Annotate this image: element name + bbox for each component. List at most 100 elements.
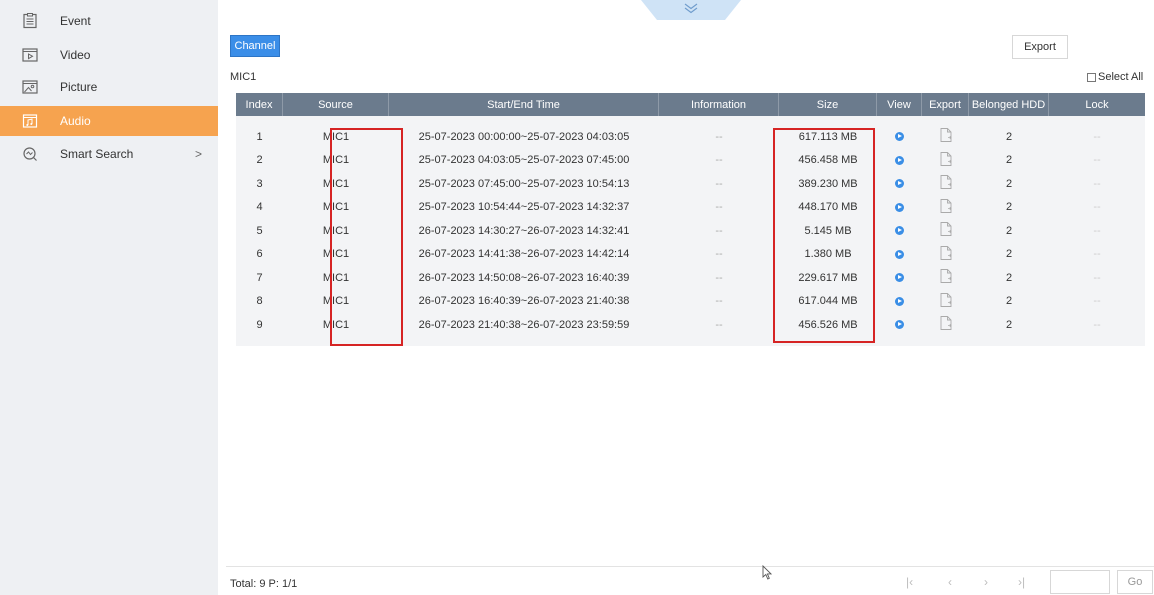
index-cell: 9 xyxy=(256,318,263,331)
select-all-checkbox[interactable]: Select All xyxy=(1087,71,1143,83)
export-cell xyxy=(922,243,969,267)
information-cell: -- xyxy=(715,224,723,237)
sidebar-item-label: Audio xyxy=(60,114,91,128)
lock-cell[interactable]: -- xyxy=(1049,313,1145,337)
export-file-icon[interactable] xyxy=(940,316,952,333)
lock-cell[interactable]: -- xyxy=(1049,290,1145,314)
time-cell: 25-07-2023 04:03:05~25-07-2023 07:45:00 xyxy=(418,154,630,167)
lock-cell[interactable]: -- xyxy=(1049,125,1145,149)
export-file-icon[interactable] xyxy=(940,128,952,145)
view-cell xyxy=(877,196,922,220)
size-highlight-box xyxy=(773,128,875,343)
time-cell: 26-07-2023 21:40:38~26-07-2023 23:59:59 xyxy=(418,318,630,331)
index-cell: 8 xyxy=(256,295,263,308)
information-cell: -- xyxy=(715,154,723,167)
hdd-cell: 2 xyxy=(1005,130,1013,143)
play-icon[interactable] xyxy=(895,273,904,283)
sidebar-item-video[interactable]: Video xyxy=(0,40,218,70)
column-header: Source xyxy=(283,93,389,116)
export-cell xyxy=(922,196,969,220)
time-cell: 26-07-2023 14:41:38~26-07-2023 14:42:14 xyxy=(418,248,630,261)
last-page-icon[interactable]: ›| xyxy=(1018,575,1025,589)
information-cell: -- xyxy=(715,201,723,214)
lock-cell[interactable]: -- xyxy=(1049,149,1145,173)
export-file-icon[interactable] xyxy=(940,245,952,263)
lock-cell[interactable]: -- xyxy=(1049,266,1145,290)
prev-page-icon[interactable]: ‹ xyxy=(948,575,952,589)
time-cell: 26-07-2023 16:40:39~26-07-2023 21:40:38 xyxy=(418,295,630,308)
time-cell: 25-07-2023 10:54:44~25-07-2023 14:32:37 xyxy=(418,201,630,214)
footer-divider xyxy=(226,566,1154,567)
first-page-icon[interactable]: |‹ xyxy=(906,575,913,589)
source-highlight-box xyxy=(330,128,403,346)
export-file-icon[interactable] xyxy=(940,292,952,310)
hdd-cell: 2 xyxy=(1005,271,1013,284)
hdd-cell: 2 xyxy=(1005,318,1013,331)
play-icon[interactable] xyxy=(895,132,904,142)
index-cell: 6 xyxy=(256,248,263,261)
checkbox-icon[interactable] xyxy=(1087,72,1096,82)
export-file-icon[interactable] xyxy=(940,175,952,192)
information-cell: -- xyxy=(715,318,723,331)
information-cell: -- xyxy=(715,271,723,284)
index-cell: 5 xyxy=(256,224,263,237)
time-cell: 25-07-2023 07:45:00~25-07-2023 10:54:13 xyxy=(418,177,630,190)
export-file-icon[interactable] xyxy=(940,151,952,169)
index-cell: 2 xyxy=(256,154,263,167)
lock-cell[interactable]: -- xyxy=(1049,243,1145,267)
go-button[interactable]: Go xyxy=(1117,570,1153,594)
export-file-icon[interactable] xyxy=(940,269,952,286)
export-file-icon[interactable] xyxy=(940,198,952,216)
column-header: Lock xyxy=(1085,98,1109,111)
play-icon[interactable] xyxy=(895,296,904,306)
column-header: Information xyxy=(659,93,779,116)
sidebar-item-smart-search[interactable]: Smart Search > xyxy=(0,139,218,169)
export-cell xyxy=(922,149,969,173)
play-icon[interactable] xyxy=(895,226,904,236)
export-cell xyxy=(922,219,969,243)
lock-cell[interactable]: -- xyxy=(1049,219,1145,243)
sidebar-item-label: Video xyxy=(60,48,91,62)
play-icon[interactable] xyxy=(895,179,904,189)
time-cell: 26-07-2023 14:30:27~26-07-2023 14:32:41 xyxy=(418,224,630,237)
mouse-cursor-icon xyxy=(762,564,773,583)
column-header: Belonged HDD xyxy=(969,93,1049,116)
export-file-icon[interactable] xyxy=(940,222,952,239)
event-icon xyxy=(22,13,38,29)
index-cell: 3 xyxy=(256,177,263,190)
export-button[interactable]: Export xyxy=(1012,35,1068,59)
index-cell: 1 xyxy=(256,130,263,143)
export-cell xyxy=(922,266,969,290)
play-icon[interactable] xyxy=(895,155,904,165)
column-header: Index xyxy=(236,93,283,116)
sidebar-item-label: Event xyxy=(60,14,91,28)
export-cell xyxy=(922,290,969,314)
column-header: View xyxy=(877,93,922,116)
hdd-cell: 2 xyxy=(1005,154,1013,167)
play-icon[interactable] xyxy=(895,249,904,259)
next-page-icon[interactable]: › xyxy=(984,575,988,589)
lock-cell[interactable]: -- xyxy=(1049,172,1145,196)
double-chevron-down-icon[interactable] xyxy=(641,0,741,20)
hdd-cell: 2 xyxy=(1005,224,1013,237)
channel-button[interactable]: Channel xyxy=(230,35,280,57)
time-cell: 25-07-2023 00:00:00~25-07-2023 04:03:05 xyxy=(418,130,630,143)
sidebar-item-label: Smart Search xyxy=(60,147,134,161)
play-icon[interactable] xyxy=(895,320,904,330)
smart-search-icon xyxy=(22,146,38,162)
time-cell: 26-07-2023 14:50:08~26-07-2023 16:40:39 xyxy=(418,271,630,284)
lock-cell[interactable]: -- xyxy=(1049,196,1145,220)
channel-name: MIC1 xyxy=(230,71,257,83)
view-cell xyxy=(877,243,922,267)
sidebar-item-event[interactable]: Event xyxy=(0,6,218,36)
export-cell xyxy=(922,313,969,337)
play-icon[interactable] xyxy=(895,202,904,212)
sidebar-item-audio[interactable]: Audio xyxy=(0,106,218,136)
page-number-input[interactable] xyxy=(1050,570,1110,594)
information-cell: -- xyxy=(715,130,723,143)
select-all-label: Select All xyxy=(1098,71,1144,83)
hdd-cell: 2 xyxy=(1005,248,1013,261)
view-cell xyxy=(877,313,922,337)
view-cell xyxy=(877,266,922,290)
sidebar-item-picture[interactable]: Picture xyxy=(0,72,218,102)
